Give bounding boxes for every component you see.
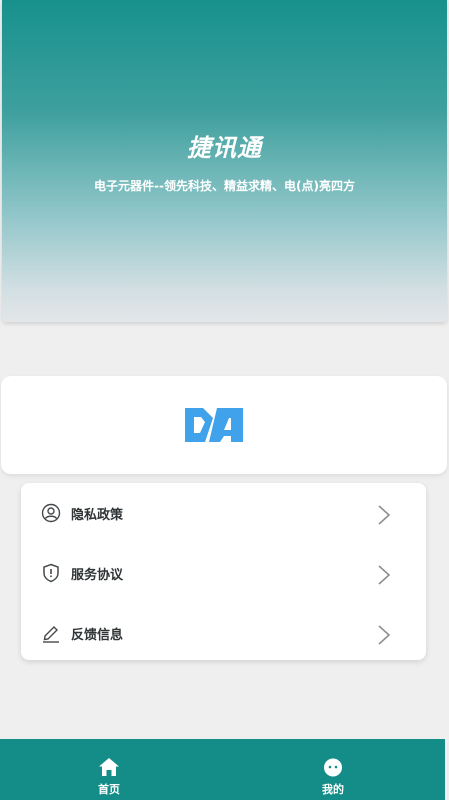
tab-label: 我的 xyxy=(322,783,344,796)
menu-item-label: 隐私政策 xyxy=(71,508,124,523)
app-title: 捷讯通 xyxy=(187,134,262,162)
home-icon xyxy=(99,758,119,776)
hero-banner: 捷讯通 电子元器件--领先科技、精益求精、电(点)亮四方 xyxy=(2,0,447,322)
tab-label: 首页 xyxy=(98,783,120,796)
shield-icon xyxy=(43,563,59,583)
menu-item-label: 反馈信息 xyxy=(71,628,124,643)
menu-item-privacy-policy[interactable]: 隐私政策 xyxy=(21,487,426,537)
chevron-right-icon xyxy=(378,505,391,525)
menu-item-feedback[interactable]: 反馈信息 xyxy=(21,607,426,657)
profile-face-icon xyxy=(324,758,342,777)
tab-home[interactable]: 首页 xyxy=(69,739,149,800)
settings-menu: 隐私政策 服务协议 反馈信息 xyxy=(21,483,426,660)
menu-item-service-agreement[interactable]: 服务协议 xyxy=(21,547,426,597)
pencil-icon xyxy=(43,626,59,643)
user-icon xyxy=(41,503,61,523)
chevron-right-icon xyxy=(378,625,391,645)
chevron-right-icon xyxy=(378,565,391,585)
bottom-tab-bar: 首页 我的 xyxy=(0,739,445,800)
da-logo-icon xyxy=(185,408,243,442)
menu-item-label: 服务协议 xyxy=(71,568,124,583)
app-slogan: 电子元器件--领先科技、精益求精、电(点)亮四方 xyxy=(94,179,355,193)
tab-profile[interactable]: 我的 xyxy=(293,739,373,800)
